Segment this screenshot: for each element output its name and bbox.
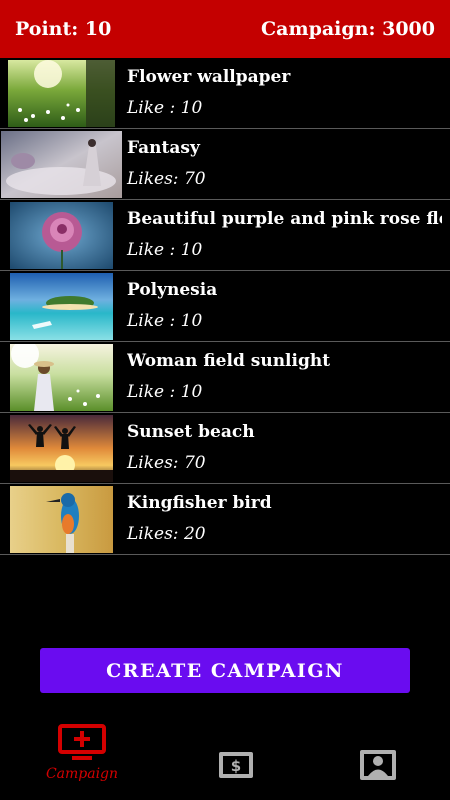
contact-card-icon [360, 750, 396, 780]
nav-profile[interactable] [303, 722, 450, 800]
svg-text:$: $ [231, 757, 241, 775]
campaign-counter: Campaign: 3000 [261, 18, 435, 40]
list-item[interactable]: Flower wallpaper Like : 10 [0, 58, 450, 129]
list-item[interactable]: Fantasy Likes: 70 [0, 129, 450, 200]
item-title: Flower wallpaper [127, 67, 291, 87]
item-likes: Like : 10 [127, 311, 203, 331]
thumbnail-kingfisher [10, 486, 113, 553]
thumbnail-flower [8, 60, 115, 127]
thumbnail-fantasy [1, 131, 122, 198]
list-item[interactable]: Woman field sunlight Like : 10 [0, 342, 450, 413]
item-title: Beautiful purple and pink rose flo.. [127, 209, 442, 229]
thumbnail-rose [10, 202, 113, 269]
item-likes: Likes: 70 [127, 169, 206, 189]
thumbnail-polynesia [10, 273, 113, 340]
image-list: Flower wallpaper Like : 10 Fantasy Likes… [0, 58, 450, 555]
item-likes: Like : 10 [127, 240, 203, 260]
create-campaign-label: CREATE CAMPAIGN [106, 659, 344, 682]
nav-campaign[interactable]: Campaign [7, 722, 157, 800]
thumbnail-woman-field [10, 344, 113, 411]
item-likes: Likes: 70 [127, 453, 206, 473]
item-likes: Like : 10 [127, 382, 203, 402]
dollar-icon: $ [219, 752, 253, 778]
nav-earn[interactable]: $ [161, 722, 311, 800]
list-item[interactable]: Sunset beach Likes: 70 [0, 413, 450, 484]
list-item[interactable]: Kingfisher bird Likes: 20 [0, 484, 450, 555]
item-title: Polynesia [127, 280, 218, 300]
bottom-nav: Campaign $ [0, 722, 450, 800]
top-bar: Point: 10 Campaign: 3000 [0, 0, 450, 58]
point-counter: Point: 10 [15, 18, 112, 40]
create-campaign-button[interactable]: CREATE CAMPAIGN [40, 648, 410, 693]
item-title: Sunset beach [127, 422, 255, 442]
nav-campaign-label: Campaign [45, 766, 119, 782]
item-title: Fantasy [127, 138, 200, 158]
monitor-plus-icon [58, 724, 106, 760]
thumbnail-sunset-beach [10, 415, 113, 482]
item-title: Woman field sunlight [127, 351, 331, 371]
list-item[interactable]: Polynesia Like : 10 [0, 271, 450, 342]
list-item[interactable]: Beautiful purple and pink rose flo.. Lik… [0, 200, 450, 271]
item-likes: Like : 10 [127, 98, 203, 118]
item-title: Kingfisher bird [127, 493, 272, 513]
item-likes: Likes: 20 [127, 524, 206, 544]
